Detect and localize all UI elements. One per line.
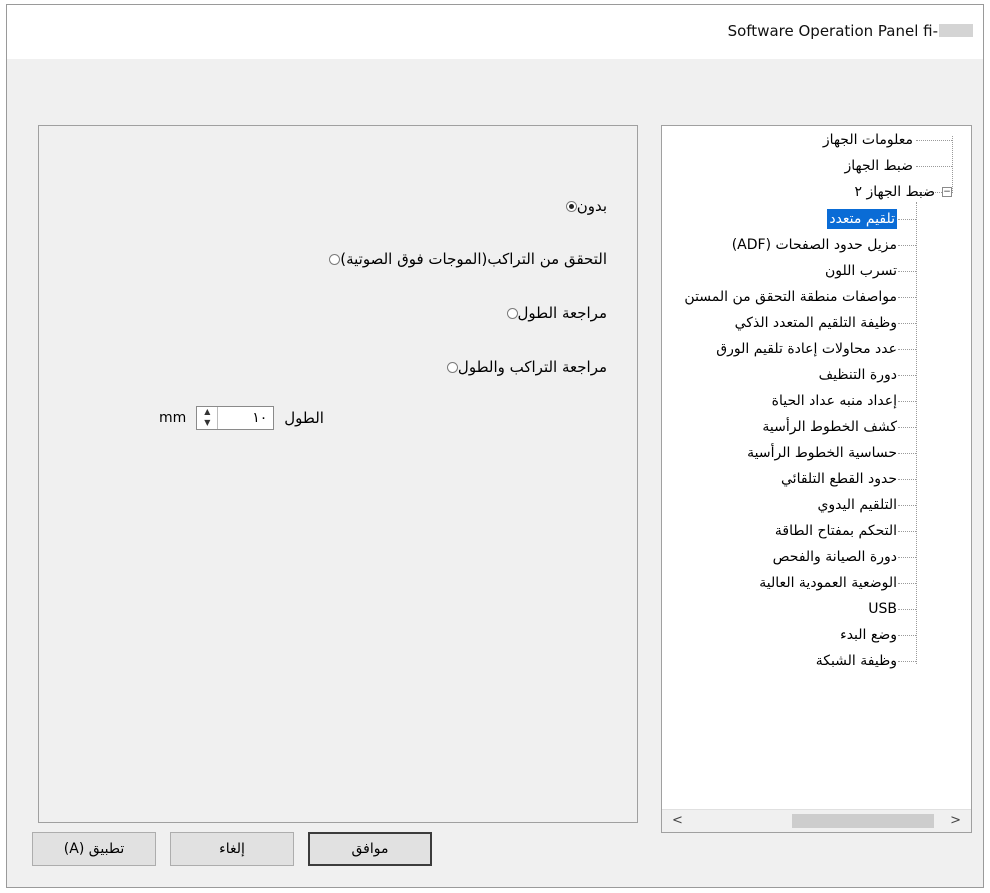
- length-value[interactable]: ١٠: [218, 410, 273, 426]
- apply-button[interactable]: تطبيق (A): [32, 832, 156, 866]
- option-overlap-and-length[interactable]: مراجعة التراكب والطول: [439, 356, 607, 378]
- tree-connector: [916, 166, 952, 167]
- tree-item-network-function[interactable]: وظيفة الشبكة: [816, 651, 897, 671]
- tree-connector: [898, 401, 916, 402]
- tree-item-power-switch-control[interactable]: التحكم بمفتاح الطاقة: [775, 521, 897, 541]
- spin-down-icon[interactable]: ▼: [197, 418, 217, 429]
- tree-item-bleed-through[interactable]: تسرب اللون: [825, 261, 897, 281]
- radio-overlap-check[interactable]: [329, 253, 341, 265]
- tree-item-life-counter-alarm[interactable]: إعداد منبه عداد الحياة: [772, 391, 897, 411]
- tree-connector: [898, 219, 916, 220]
- radio-none[interactable]: [565, 200, 577, 212]
- tree-item-device-info[interactable]: معلومات الجهاز: [823, 130, 913, 150]
- tree-item-device-settings[interactable]: ضبط الجهاز: [844, 156, 913, 176]
- tree-connector: [898, 375, 916, 376]
- cancel-button[interactable]: إلغاء: [170, 832, 294, 866]
- tree-item-multifeed[interactable]: تلقيم متعدد: [827, 209, 897, 229]
- tree-item-startup-mode[interactable]: وضع البدء: [840, 625, 897, 645]
- radio-length-check[interactable]: [506, 307, 518, 319]
- window-title-text: Software Operation Panel fi-: [727, 22, 938, 40]
- option-overlap-check-label: التحقق من التراكب(الموجات فوق الصوتية): [340, 250, 607, 268]
- tree-connector: [898, 245, 916, 246]
- scroll-left-icon[interactable]: <: [672, 813, 683, 828]
- option-overlap-and-length-label: مراجعة التراكب والطول: [457, 358, 607, 376]
- length-spinbox[interactable]: ▲ ▼ ١٠: [196, 406, 275, 430]
- tree-connector: [898, 505, 916, 506]
- tree-item-device-settings-2[interactable]: ضبط الجهاز ٢: [854, 182, 935, 202]
- option-none[interactable]: بدون: [558, 195, 607, 217]
- tree-connector: [898, 453, 916, 454]
- tree-item-vertical-streak-detect[interactable]: كشف الخطوط الرأسية: [762, 417, 897, 437]
- spin-up-icon[interactable]: ▲: [197, 407, 217, 418]
- tree-item-page-edge-filler[interactable]: مزيل حدود الصفحات (ADF): [732, 235, 897, 255]
- option-length-check[interactable]: مراجعة الطول: [499, 302, 608, 324]
- scroll-thumb[interactable]: [792, 814, 934, 828]
- tree-connector: [898, 583, 916, 584]
- scroll-right-icon[interactable]: >: [950, 813, 961, 828]
- tree-connector: [898, 609, 916, 610]
- tree-connector: [898, 323, 916, 324]
- tree-connector: [952, 136, 953, 193]
- tree-connector: [898, 297, 916, 298]
- tree-item-vertical-streak-sensitivity[interactable]: حساسية الخطوط الرأسية: [747, 443, 897, 463]
- tree-item-check-area-spec[interactable]: مواصفات منطقة التحقق من المستن: [684, 287, 897, 307]
- tree-connector: [898, 531, 916, 532]
- length-setting: mm ▲ ▼ ١٠ الطول: [159, 405, 324, 431]
- horizontal-scrollbar[interactable]: < >: [662, 809, 971, 832]
- tree-item-high-vertical-mode[interactable]: الوضعية العمودية العالية: [759, 573, 897, 593]
- tree-item-usb[interactable]: USB: [868, 599, 897, 619]
- tree-connector: [898, 661, 916, 662]
- tree-item-intelligent-multifeed[interactable]: وظيفة التلقيم المتعدد الذكي: [735, 313, 897, 333]
- dialog-window: Software Operation Panel fi- بدون التحقق…: [6, 4, 984, 888]
- radio-overlap-and-length[interactable]: [446, 361, 458, 373]
- tree-connector: [898, 349, 916, 350]
- length-unit: mm: [159, 410, 187, 426]
- option-none-label: بدون: [576, 197, 607, 215]
- settings-group: بدون التحقق من التراكب(الموجات فوق الصوت…: [38, 125, 638, 823]
- spin-buttons: ▲ ▼: [197, 407, 219, 429]
- option-length-check-label: مراجعة الطول: [517, 304, 608, 322]
- tree-item-maintenance-cycle[interactable]: دورة الصيانة والفحص: [773, 547, 897, 567]
- title-bar: Software Operation Panel fi-: [7, 5, 983, 59]
- tree-connector: [898, 427, 916, 428]
- tree-item-cleaning-cycle[interactable]: دورة التنظيف: [819, 365, 897, 385]
- tree-connector: [898, 557, 916, 558]
- length-label: الطول: [284, 409, 324, 427]
- window-title: Software Operation Panel fi-: [728, 22, 973, 40]
- tree-connector: [916, 140, 952, 141]
- settings-tree[interactable]: معلومات الجهاز ضبط الجهاز − ضبط الجهاز ٢…: [661, 125, 972, 833]
- tree-connector: [898, 479, 916, 480]
- tree-connector: [898, 271, 916, 272]
- option-overlap-check[interactable]: التحقق من التراكب(الموجات فوق الصوتية): [321, 248, 607, 270]
- tree-connector: [898, 635, 916, 636]
- tree-connector: [916, 202, 917, 664]
- redacted-model-number: [939, 24, 973, 37]
- tree-item-pick-retry-count[interactable]: عدد محاولات إعادة تلقيم الورق: [716, 339, 897, 359]
- ok-button[interactable]: موافق: [308, 832, 432, 866]
- tree-item-auto-crop-boundary[interactable]: حدود القطع التلقائي: [781, 469, 897, 489]
- tree-item-manual-feed[interactable]: التلقيم اليدوي: [817, 495, 897, 515]
- collapse-icon[interactable]: −: [942, 187, 952, 197]
